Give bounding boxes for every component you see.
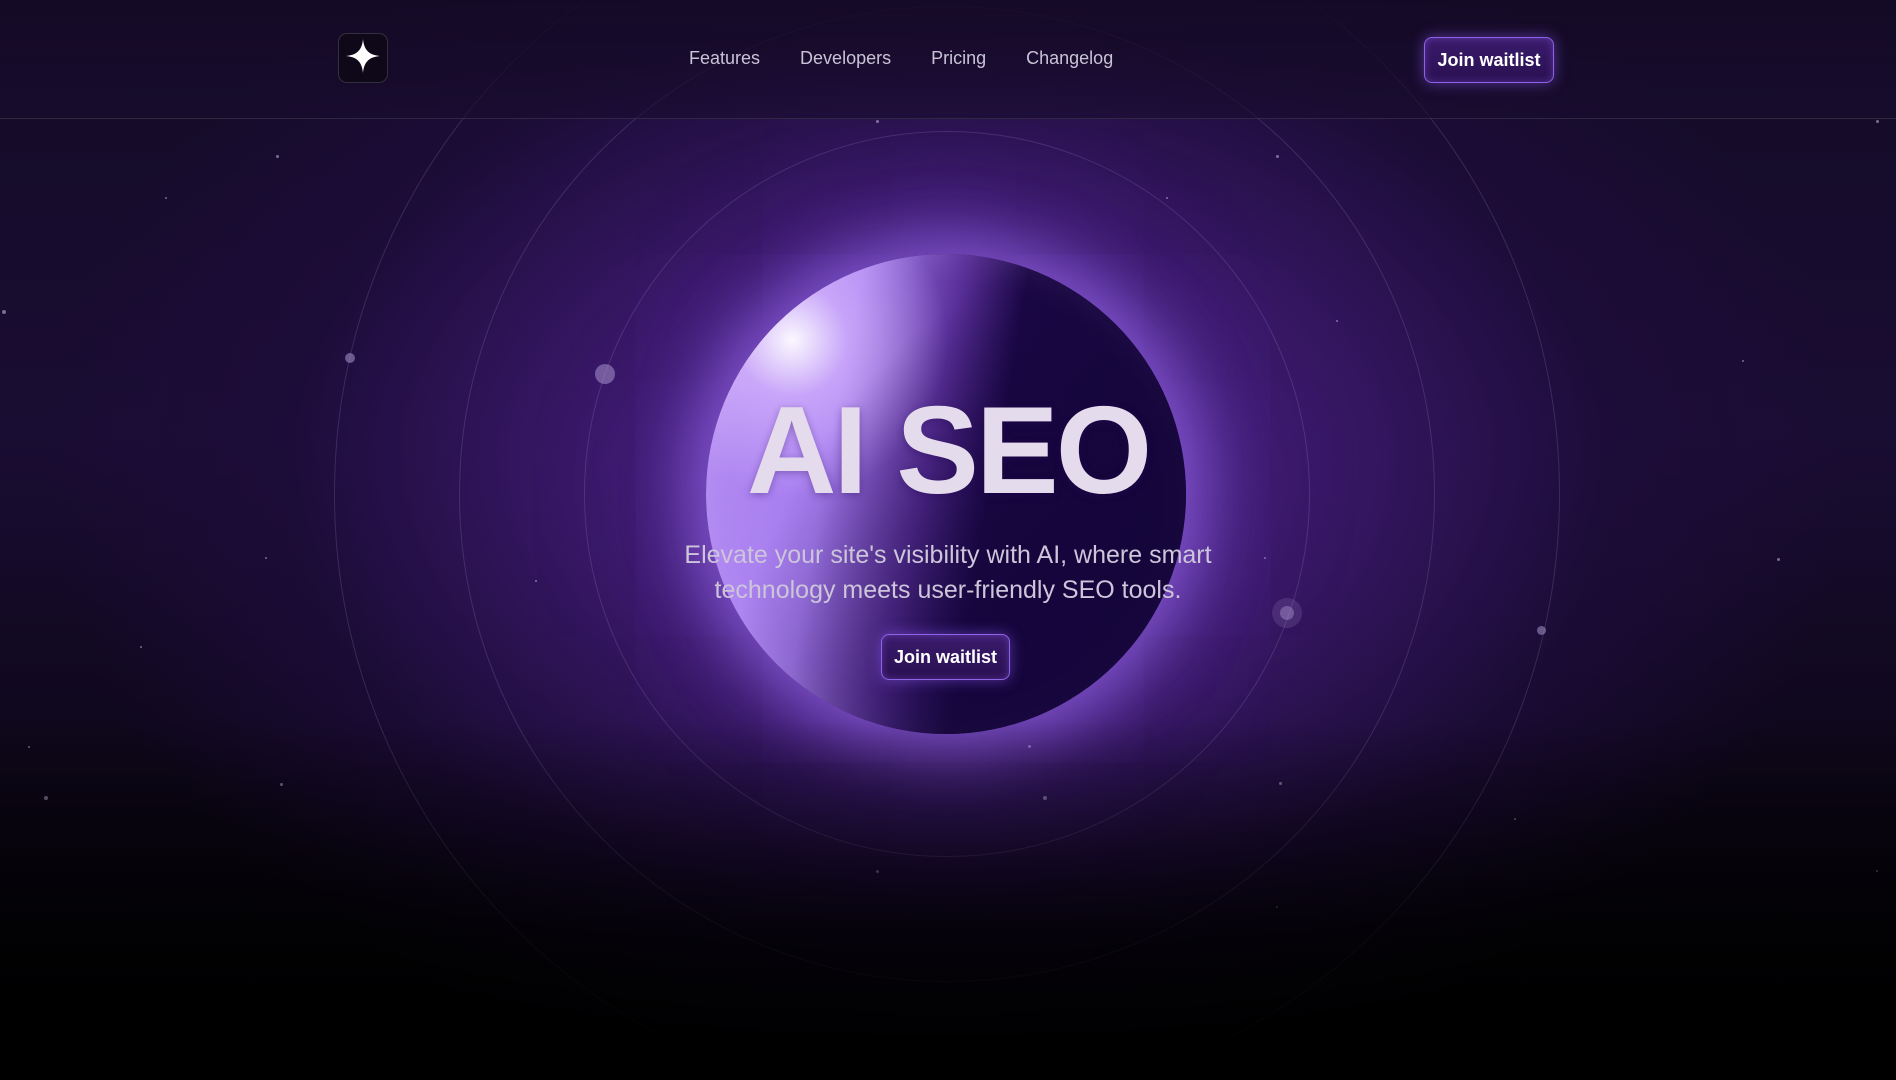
star (876, 120, 879, 123)
star (165, 197, 167, 199)
hero-title: AI SEO (746, 382, 1152, 520)
star (44, 796, 48, 800)
star (876, 870, 879, 873)
star (535, 580, 537, 582)
join-waitlist-button[interactable]: Join waitlist (881, 634, 1010, 680)
star (265, 557, 267, 559)
orbit-dot (1280, 606, 1294, 620)
header-join-waitlist-button[interactable]: Join waitlist (1424, 37, 1554, 83)
orbit-dot (345, 353, 355, 363)
star (1276, 155, 1279, 158)
star (1876, 120, 1879, 123)
star (140, 646, 142, 648)
star (1876, 870, 1878, 872)
star (1043, 796, 1047, 800)
orbit-dot (1537, 626, 1546, 635)
star (28, 746, 30, 748)
star (2, 310, 6, 314)
logo-button[interactable] (338, 33, 388, 83)
star (1276, 906, 1278, 908)
main-nav: Features Developers Pricing Changelog (689, 48, 1113, 69)
nav-link-changelog[interactable]: Changelog (1026, 48, 1113, 69)
star (1742, 360, 1744, 362)
star (1264, 557, 1266, 559)
landing-page: AI SEO Elevate your site's visibility wi… (0, 0, 1896, 1080)
sparkle-icon (344, 37, 382, 80)
nav-link-developers[interactable]: Developers (800, 48, 891, 69)
star (1028, 745, 1031, 748)
nav-link-features[interactable]: Features (689, 48, 760, 69)
star (276, 155, 279, 158)
nav-link-pricing[interactable]: Pricing (931, 48, 986, 69)
star (1514, 818, 1516, 820)
star (1166, 197, 1168, 199)
hero-subtitle: Elevate your site's visibility with AI, … (684, 541, 1212, 604)
star (1336, 320, 1338, 322)
star (1279, 782, 1282, 785)
site-header: Features Developers Pricing Changelog Jo… (0, 0, 1896, 119)
star (1777, 558, 1780, 561)
star (280, 783, 283, 786)
